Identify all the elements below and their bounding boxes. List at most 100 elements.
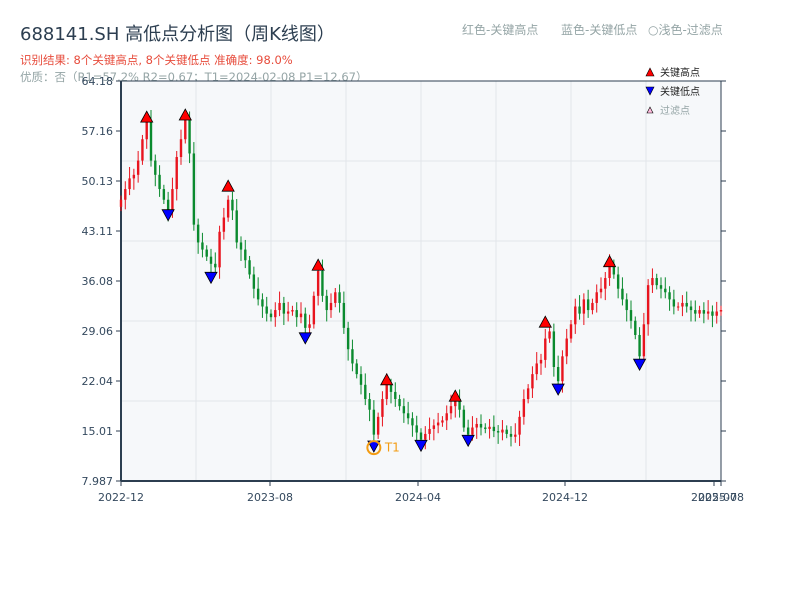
y-tick-label: 15.01	[82, 425, 114, 438]
candle-body	[286, 311, 290, 314]
candle-body	[531, 374, 534, 389]
candle	[141, 134, 144, 165]
x-tick-label: 2025-08	[698, 491, 744, 504]
candle-body	[359, 374, 363, 385]
candle-body	[711, 311, 714, 316]
candle-body	[556, 367, 560, 382]
candle-body	[638, 334, 641, 357]
candle-body	[376, 416, 380, 435]
candle-body	[479, 423, 483, 428]
candle-body	[552, 331, 556, 368]
candle-body	[625, 299, 628, 311]
candle-body	[574, 306, 577, 325]
candle-body	[672, 299, 676, 307]
candle-body	[385, 384, 388, 400]
candle-body	[265, 306, 268, 314]
candle-body	[706, 311, 710, 314]
candle-body	[368, 399, 371, 410]
candle-body	[436, 422, 440, 426]
candle-body	[128, 178, 131, 190]
candle-body	[561, 356, 564, 382]
candle-body	[681, 302, 684, 307]
candle-body	[496, 431, 500, 433]
candlestick-chart: 64.18 57.16 50.13 43.11 36.08 29.06 22.04 15.01…	[82, 66, 744, 504]
candle-body	[188, 119, 191, 154]
legend-high-icon	[645, 67, 655, 77]
candle-body	[141, 139, 144, 161]
y-tick-label: 57.16	[82, 125, 114, 138]
candle-body	[599, 288, 603, 293]
candle-body	[119, 199, 123, 207]
candle-body	[158, 174, 161, 190]
y-tick-label: 22.04	[82, 375, 114, 388]
candle-body	[685, 302, 688, 307]
candle-body	[509, 433, 513, 437]
candle-body	[214, 263, 217, 268]
t1-label: T1	[384, 441, 400, 455]
candle-body	[299, 313, 303, 318]
candle-body	[231, 199, 234, 211]
candle-body	[244, 249, 247, 261]
candle-body	[676, 306, 680, 308]
candle-body	[544, 338, 547, 360]
candle-body	[642, 324, 646, 357]
legend-item-label: 关键低点	[660, 85, 700, 98]
y-tick-label: 64.18	[82, 75, 114, 88]
candle-body	[586, 299, 590, 311]
candle-body	[381, 399, 384, 417]
candle-body	[256, 288, 260, 300]
candle-body	[471, 427, 474, 435]
candle-body	[621, 288, 624, 300]
x-tick-label: 2024-12	[542, 491, 588, 504]
candle-body	[295, 310, 298, 318]
candle-body	[591, 302, 594, 311]
candle-body	[334, 292, 337, 303]
candle-body	[235, 210, 238, 243]
candle-body	[492, 426, 496, 432]
candle-body	[514, 434, 517, 437]
candle-body	[539, 359, 543, 364]
candle-body	[449, 406, 453, 414]
candle-body	[364, 384, 367, 400]
candle-body	[415, 425, 418, 433]
candle-body	[694, 310, 697, 314]
legend-item-label: 关键高点	[660, 66, 700, 79]
candle-body	[248, 260, 251, 275]
candle-body	[209, 256, 213, 264]
candle-body	[338, 292, 341, 303]
candle-body	[329, 302, 333, 311]
candle-body	[355, 363, 358, 375]
candle-body	[719, 310, 723, 312]
candle-body	[136, 160, 140, 175]
candle-body	[149, 121, 153, 161]
x-tick-label: 2022-12	[98, 491, 144, 504]
candle-body	[226, 199, 230, 218]
candle-body	[501, 429, 504, 433]
candle-body	[179, 139, 183, 158]
candle-body	[702, 310, 706, 314]
candle-body	[445, 413, 448, 421]
candle-body	[316, 270, 320, 296]
candle-body	[342, 302, 346, 328]
candle-body	[132, 174, 136, 179]
candle-body	[526, 388, 530, 400]
candle-body	[372, 409, 376, 435]
candle-body	[389, 384, 393, 392]
x-tick-label: 2024-04	[395, 491, 441, 504]
x-tick-label: 2023-08	[247, 491, 293, 504]
candle-body	[441, 420, 444, 423]
candle-body	[205, 249, 208, 257]
candle-body	[578, 306, 581, 314]
candle-body	[321, 270, 324, 296]
candle-body	[424, 433, 427, 440]
candle-body	[629, 310, 633, 321]
candle-body	[616, 274, 620, 289]
candle-body	[698, 310, 701, 314]
candle-body	[428, 428, 431, 434]
candle-body	[394, 391, 397, 400]
candle-body	[346, 327, 350, 350]
candle-body	[548, 331, 551, 339]
y-tick-label: 43.11	[82, 225, 114, 238]
candle-body	[411, 418, 414, 426]
candle-body	[171, 189, 174, 212]
